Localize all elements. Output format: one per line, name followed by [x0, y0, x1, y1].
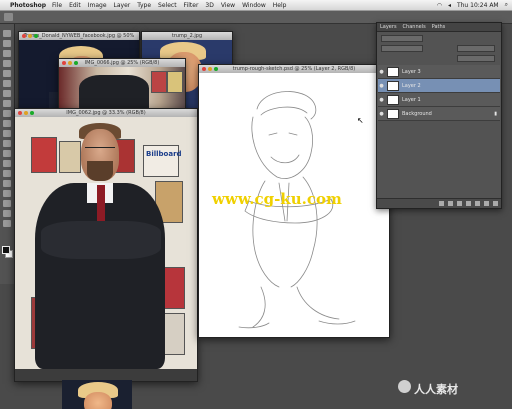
path-select-tool-icon[interactable]	[3, 190, 11, 197]
menu-type[interactable]: Type	[137, 2, 151, 9]
opacity-field[interactable]	[457, 45, 495, 52]
menu-select[interactable]: Select	[158, 2, 177, 9]
lasso-tool-icon[interactable]	[3, 50, 11, 57]
menu-help[interactable]: Help	[273, 2, 287, 9]
layer-thumbnail	[387, 80, 399, 91]
billboard-cover: Billboard	[143, 145, 182, 177]
layer-row-layer-2[interactable]: ● Layer 2	[378, 79, 500, 93]
filter-kind-select[interactable]	[381, 35, 423, 42]
visibility-eye-icon[interactable]: ●	[378, 69, 385, 75]
magazine-cover	[31, 137, 57, 173]
blur-tool-icon[interactable]	[3, 150, 11, 157]
dodge-tool-icon[interactable]	[3, 160, 11, 167]
layer-row-layer-3[interactable]: ● Layer 3	[378, 65, 500, 79]
app-menu[interactable]: Photoshop	[10, 2, 46, 9]
window-title[interactable]: trump_2.jpg	[142, 32, 232, 40]
tab-channels[interactable]: Channels	[403, 24, 426, 30]
volume-icon[interactable]: ◂	[448, 2, 451, 9]
watermark-brand: 人人素材	[414, 383, 458, 396]
photo-face	[84, 392, 112, 409]
menu-filter[interactable]: Filter	[184, 2, 199, 9]
eyedropper-tool-icon[interactable]	[3, 80, 11, 87]
window-controls[interactable]	[18, 111, 34, 115]
menu-window[interactable]: Window	[242, 2, 266, 9]
history-brush-icon[interactable]	[3, 120, 11, 127]
layer-row-layer-1[interactable]: ● Layer 1	[378, 93, 500, 107]
photo-crossed-arms	[41, 221, 161, 259]
foreground-color-swatch[interactable]	[2, 246, 10, 254]
menu-image[interactable]: Image	[88, 2, 107, 9]
crop-tool-icon[interactable]	[3, 70, 11, 77]
magazine-cover	[59, 141, 81, 173]
menu-view[interactable]: View	[221, 2, 235, 9]
lock-icon: ▮	[494, 110, 497, 117]
tools-panel	[0, 24, 15, 284]
layers-panel-tabs: Layers Channels Paths	[377, 23, 501, 32]
mouse-cursor-icon: ↖	[357, 116, 364, 125]
layer-name: Background	[402, 110, 432, 117]
shape-tool-icon[interactable]	[3, 200, 11, 207]
marquee-tool-icon[interactable]	[3, 40, 11, 47]
visibility-eye-icon[interactable]: ●	[378, 97, 385, 103]
layers-panel-footer	[377, 198, 501, 208]
healing-tool-icon[interactable]	[3, 90, 11, 97]
move-tool-icon[interactable]	[3, 30, 11, 37]
layer-name: Layer 2	[402, 82, 421, 89]
magazine-cover	[151, 71, 167, 93]
menu-layer[interactable]: Layer	[114, 2, 131, 9]
layer-thumbnail	[387, 66, 399, 77]
type-tool-icon[interactable]	[3, 180, 11, 187]
tab-layers[interactable]: Layers	[380, 24, 397, 30]
new-layer-icon[interactable]	[484, 201, 489, 206]
layer-style-icon[interactable]	[448, 201, 453, 206]
adjustment-layer-icon[interactable]	[466, 201, 471, 206]
layer-row-background[interactable]: ● Background ▮	[378, 107, 500, 121]
visibility-eye-icon[interactable]: ●	[378, 111, 385, 117]
trash-icon[interactable]	[493, 201, 498, 206]
gradient-tool-icon[interactable]	[3, 140, 11, 147]
menu-file[interactable]: File	[52, 2, 62, 9]
window-controls[interactable]	[202, 67, 218, 71]
fill-field[interactable]	[457, 55, 495, 62]
wifi-icon[interactable]: ◠	[437, 2, 442, 9]
billboard-text: Billboard	[146, 150, 182, 158]
eraser-tool-icon[interactable]	[3, 130, 11, 137]
photo-canvas: Billboard	[15, 117, 197, 369]
layers-panel: Layers Channels Paths ● Layer 3 ● Layer …	[376, 22, 502, 209]
clock[interactable]: Thu 10:24 AM	[457, 2, 499, 9]
menu-edit[interactable]: Edit	[69, 2, 81, 9]
link-layers-icon[interactable]	[439, 201, 444, 206]
window-controls[interactable]	[62, 61, 78, 65]
menu-3d[interactable]: 3D	[205, 2, 213, 9]
brush-tool-icon[interactable]	[4, 13, 13, 21]
document-window-peek[interactable]	[62, 380, 132, 409]
photo-glasses	[85, 147, 115, 151]
window-controls[interactable]	[22, 34, 38, 38]
zoom-tool-icon[interactable]	[3, 220, 11, 227]
photo-beard	[87, 161, 113, 181]
layer-name: Layer 3	[402, 68, 421, 75]
window-title[interactable]: IMG_0062.jpg @ 33.3% (RGB/8)	[15, 109, 197, 117]
tab-paths[interactable]: Paths	[432, 24, 446, 30]
menu-bar: Photoshop File Edit Image Layer Type Sel…	[0, 0, 512, 11]
stamp-tool-icon[interactable]	[3, 110, 11, 117]
brush-icon[interactable]	[3, 100, 11, 107]
hand-tool-icon[interactable]	[3, 210, 11, 217]
search-icon[interactable]: ⌕	[505, 1, 508, 9]
menubar-status: ◠ ◂ Thu 10:24 AM ⌕	[437, 1, 512, 9]
pen-tool-icon[interactable]	[3, 170, 11, 177]
new-group-icon[interactable]	[475, 201, 480, 206]
watermark-url: www.cg-ku.com	[212, 190, 342, 208]
magazine-cover	[167, 71, 183, 93]
layer-name: Layer 1	[402, 96, 421, 103]
layer-thumbnail	[387, 94, 399, 105]
layer-thumbnail	[387, 108, 399, 119]
visibility-eye-icon[interactable]: ●	[378, 83, 385, 89]
window-title[interactable]: trump-rough-sketch.psd @ 25% (Layer 2, R…	[199, 65, 389, 73]
watermark-logo-icon	[398, 380, 411, 393]
document-window-photo-main[interactable]: IMG_0062.jpg @ 33.3% (RGB/8) Billboard	[14, 108, 198, 382]
layer-mask-icon[interactable]	[457, 201, 462, 206]
quick-select-tool-icon[interactable]	[3, 60, 11, 67]
blend-mode-select[interactable]	[381, 45, 423, 52]
